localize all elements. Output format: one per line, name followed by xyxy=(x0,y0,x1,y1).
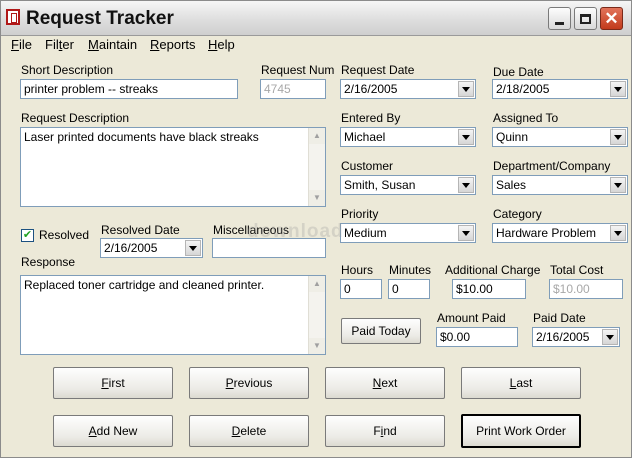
scroll-up-icon[interactable]: ▲ xyxy=(309,276,325,292)
customer-label: Customer xyxy=(341,159,394,173)
watermark: download xyxy=(247,221,344,242)
next-button[interactable]: Next xyxy=(325,367,445,399)
request-date-label: Request Date xyxy=(341,63,415,77)
customer-value: Smith, Susan xyxy=(344,178,416,192)
request-date-value: 2/16/2005 xyxy=(344,82,398,96)
add-new-button[interactable]: Add New xyxy=(53,415,173,447)
scroll-up-icon[interactable]: ▲ xyxy=(309,128,325,144)
category-label: Category xyxy=(493,207,542,221)
find-button[interactable]: Fi nd xyxy=(325,415,445,447)
menu-reports[interactable]: Reports xyxy=(150,37,196,52)
priority-value: Medium xyxy=(344,226,387,240)
paid-today-button[interactable]: Paid Today xyxy=(341,318,421,344)
scroll-down-icon[interactable]: ▼ xyxy=(309,338,325,354)
department-value: Sales xyxy=(496,178,527,192)
paid-date-combo[interactable]: 2/16/2005 xyxy=(532,327,620,347)
total-cost-label: Total Cost xyxy=(550,263,604,277)
total-cost-field: $10.00 xyxy=(549,279,623,299)
request-num-label: Request Num xyxy=(261,63,335,77)
priority-label: Priority xyxy=(341,207,379,221)
response-label: Response xyxy=(21,255,76,269)
menu-filter[interactable]: Filter xyxy=(45,37,74,52)
assigned-to-combo[interactable]: Quinn xyxy=(492,127,628,147)
entered-by-label: Entered By xyxy=(341,111,401,125)
request-description-scrollbar[interactable]: ▲ ▼ xyxy=(308,128,325,206)
close-icon: ✕ xyxy=(604,9,619,28)
chevron-down-icon[interactable] xyxy=(458,177,474,193)
chevron-down-icon[interactable] xyxy=(602,329,618,345)
chevron-down-icon[interactable] xyxy=(185,240,201,256)
delete-button[interactable]: Delete xyxy=(189,415,309,447)
due-date-label: Due Date xyxy=(493,65,544,79)
chevron-down-icon[interactable] xyxy=(610,129,626,145)
assigned-to-label: Assigned To xyxy=(493,111,559,125)
assigned-to-value: Quinn xyxy=(496,130,529,144)
response-area[interactable]: Replaced toner cartridge and cleaned pri… xyxy=(20,275,326,355)
category-value: Hardware Problem xyxy=(496,226,597,240)
amount-paid-field[interactable]: $0.00 xyxy=(436,327,518,347)
menu-maintain[interactable]: Maintain xyxy=(88,37,137,52)
first-button[interactable]: First xyxy=(53,367,173,399)
minutes-field[interactable]: 0 xyxy=(388,279,430,299)
hours-label: Hours xyxy=(341,263,374,277)
minimize-icon xyxy=(555,21,564,25)
resolved-date-value: 2/16/2005 xyxy=(104,241,158,255)
short-description-field[interactable]: printer problem -- streaks xyxy=(20,79,238,99)
chevron-down-icon[interactable] xyxy=(610,81,626,97)
category-combo[interactable]: Hardware Problem xyxy=(492,223,628,243)
short-description-label: Short Description xyxy=(21,63,114,77)
request-description-label: Request Description xyxy=(21,111,130,125)
request-num-field: 4745 xyxy=(260,79,326,99)
entered-by-combo[interactable]: Michael xyxy=(340,127,476,147)
response-scrollbar[interactable]: ▲ ▼ xyxy=(308,276,325,354)
scroll-down-icon[interactable]: ▼ xyxy=(309,190,325,206)
menu-help[interactable]: Help xyxy=(208,37,235,52)
minimize-button[interactable] xyxy=(548,7,571,30)
maximize-button[interactable] xyxy=(574,7,597,30)
maximize-icon xyxy=(580,13,591,24)
print-work-order-button[interactable]: Print Work Order xyxy=(461,414,581,448)
priority-combo[interactable]: Medium xyxy=(340,223,476,243)
chevron-down-icon[interactable] xyxy=(610,225,626,241)
paid-date-value: 2/16/2005 xyxy=(536,330,590,344)
department-combo[interactable]: Sales xyxy=(492,175,628,195)
request-description-text: Laser printed documents have black strea… xyxy=(24,130,259,144)
department-label: Department/Company xyxy=(493,159,611,173)
minutes-label: Minutes xyxy=(389,263,432,277)
window-title: Request Tracker xyxy=(26,8,174,29)
additional-charge-field[interactable]: $10.00 xyxy=(452,279,526,299)
due-date-value: 2/18/2005 xyxy=(496,82,550,96)
app-icon xyxy=(6,9,20,25)
close-button[interactable]: ✕ xyxy=(600,7,623,30)
paid-date-label: Paid Date xyxy=(533,311,586,325)
hours-field[interactable]: 0 xyxy=(340,279,382,299)
response-text: Replaced toner cartridge and cleaned pri… xyxy=(24,278,265,292)
amount-paid-label: Amount Paid xyxy=(437,311,506,325)
request-tracker-window: Request Tracker ✕ File Filter Maintain R… xyxy=(0,0,632,458)
chevron-down-icon[interactable] xyxy=(458,129,474,145)
menu-bar: File Filter Maintain Reports Help xyxy=(1,35,631,55)
checkmark-icon: ✔ xyxy=(22,229,33,241)
last-button[interactable]: Last xyxy=(461,367,581,399)
resolved-date-combo[interactable]: 2/16/2005 xyxy=(100,238,203,258)
resolved-checkbox[interactable]: ✔ xyxy=(21,229,34,242)
request-description-area[interactable]: Laser printed documents have black strea… xyxy=(20,127,326,207)
request-date-combo[interactable]: 2/16/2005 xyxy=(340,79,476,99)
chevron-down-icon[interactable] xyxy=(458,81,474,97)
resolved-date-label: Resolved Date xyxy=(101,223,180,237)
chevron-down-icon[interactable] xyxy=(458,225,474,241)
menu-file[interactable]: File xyxy=(11,37,32,52)
entered-by-value: Michael xyxy=(344,130,386,144)
due-date-combo[interactable]: 2/18/2005 xyxy=(492,79,628,99)
resolved-label: Resolved xyxy=(39,228,90,242)
customer-combo[interactable]: Smith, Susan xyxy=(340,175,476,195)
previous-button[interactable]: Previous xyxy=(189,367,309,399)
chevron-down-icon[interactable] xyxy=(610,177,626,193)
additional-charge-label: Additional Charge xyxy=(445,263,541,277)
title-bar: Request Tracker ✕ xyxy=(1,1,631,36)
